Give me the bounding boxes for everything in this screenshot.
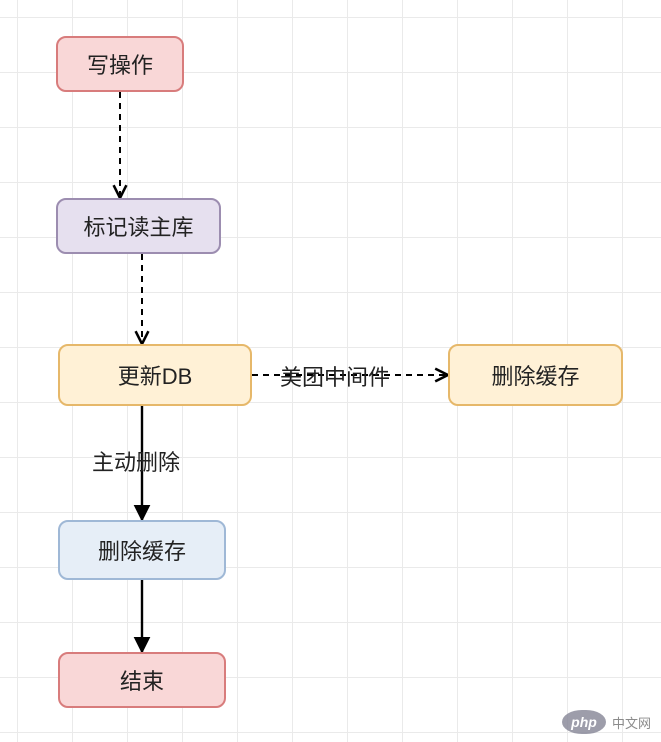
node-delete-cache-b: 删除缓存 — [58, 520, 226, 580]
watermark: php 中文网 — [562, 710, 651, 734]
node-label: 更新DB — [118, 359, 193, 391]
watermark-text: 中文网 — [612, 713, 651, 732]
node-update-db: 更新DB — [58, 344, 252, 406]
node-label: 标记读主库 — [83, 210, 193, 242]
node-end: 结束 — [58, 652, 226, 708]
node-delete-cache-r: 删除缓存 — [448, 344, 623, 406]
node-label: 删除缓存 — [491, 359, 579, 391]
node-label: 结束 — [120, 664, 164, 696]
edge-label-active-delete: 主动删除 — [92, 445, 180, 477]
php-logo-icon: php — [562, 710, 606, 734]
node-mark-master: 标记读主库 — [56, 198, 221, 254]
node-label: 写操作 — [87, 48, 153, 80]
edge-label-middleware: 美团中间件 — [280, 360, 390, 392]
node-write-op: 写操作 — [56, 36, 184, 92]
node-label: 删除缓存 — [98, 534, 186, 566]
